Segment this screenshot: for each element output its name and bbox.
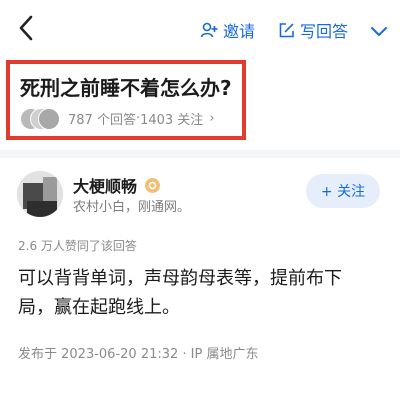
answer-line: 局，赢在起跑线上。 (18, 297, 180, 318)
question-stats[interactable]: 787 个回答 · 1403 关注 › (20, 107, 215, 130)
write-answer-label: 写回答 (300, 22, 349, 41)
author-bio: 农村小白，刚通网。 (73, 200, 191, 215)
avatar-image (17, 171, 63, 217)
follower-count: 1403 关注 (140, 112, 204, 128)
invite-person-icon (200, 22, 218, 38)
answer-line: 可以背背单词，声母韵母表等，提前布下 (18, 268, 342, 289)
section-divider (0, 150, 400, 158)
invite-button[interactable]: 邀请 (200, 17, 255, 43)
write-answer-button[interactable]: 写回答 (278, 17, 348, 43)
edit-icon (279, 22, 294, 37)
approval-count: 2.6 万人赞同了该回答 (18, 239, 137, 253)
invite-label: 邀请 (223, 22, 256, 41)
follower-avatars (20, 108, 60, 130)
answer-count: 787 个回答 (68, 112, 136, 128)
author-name-text: 大梗顺畅 (73, 177, 138, 196)
back-arrow-icon[interactable] (12, 10, 40, 46)
follow-button[interactable]: + 关注 (306, 174, 380, 208)
author-name[interactable]: 大梗顺畅 (73, 173, 161, 197)
publish-info: 发布于 2023-06-20 21:32 · IP 属地广东 (18, 347, 259, 362)
answer-content[interactable]: 可以背背单词，声母韵母表等，提前布下 局，赢在起跑线上。 (18, 264, 388, 322)
author-avatar[interactable] (17, 171, 63, 217)
chevron-right-icon: › (209, 110, 215, 126)
badge-icon (145, 177, 161, 193)
question-title[interactable]: 死刑之前睡不着怎么办? (20, 72, 232, 101)
more-icon[interactable] (370, 22, 388, 40)
top-bar: 邀请 写回答 (0, 0, 400, 58)
